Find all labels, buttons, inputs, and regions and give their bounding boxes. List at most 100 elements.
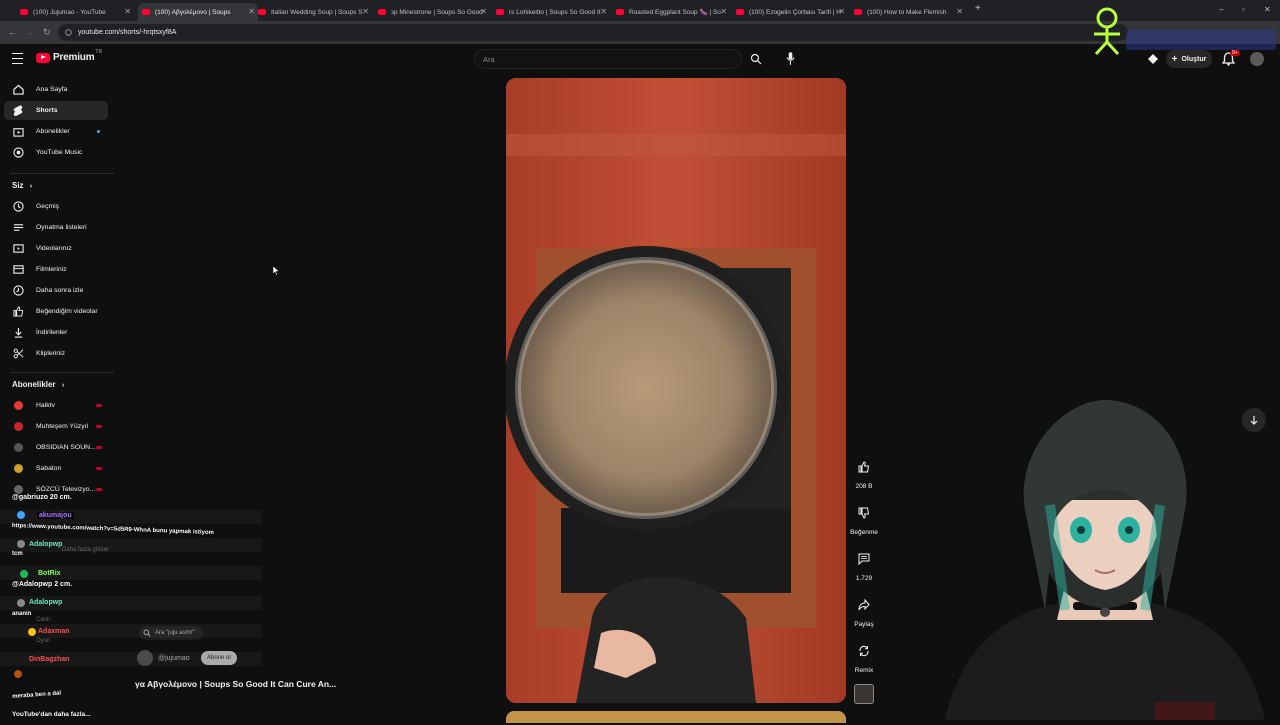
- sidebar-item-clips[interactable]: Klipleriniz: [4, 344, 108, 363]
- comments-button[interactable]: 1.729: [851, 548, 877, 582]
- close-tab-icon[interactable]: ✕: [838, 7, 845, 16]
- chat-badge-icon: [17, 540, 25, 548]
- chat-badge-icon: [17, 511, 25, 519]
- watch-later-icon: [12, 285, 24, 296]
- short-info-overlay: Ara "juju asmr" @jujumao Abone ol γα Αβγ…: [135, 624, 375, 720]
- sidebar-item-downloads[interactable]: İndirilenler: [4, 323, 108, 342]
- chat-username: BotRix: [38, 570, 61, 577]
- live-indicator-icon: [96, 425, 102, 428]
- site-info-icon[interactable]: [65, 29, 72, 36]
- chat-username: Adalopwp: [29, 541, 63, 548]
- chat-message: @gabriuzo 20 cm.: [12, 494, 72, 501]
- youtube-favicon-icon: [142, 9, 150, 15]
- channel-avatar: [13, 464, 23, 473]
- section-you-heading[interactable]: Siz ›: [12, 181, 32, 190]
- chat-badge-icon: [28, 628, 36, 636]
- close-tab-icon[interactable]: ✕: [720, 7, 727, 16]
- close-tab-icon[interactable]: ✕: [600, 7, 607, 16]
- remix-icon: [859, 645, 869, 657]
- dislike-button[interactable]: Beğenme: [850, 502, 878, 536]
- close-tab-icon[interactable]: ✕: [956, 7, 963, 16]
- sidebar-item-shorts[interactable]: Shorts: [4, 101, 108, 120]
- chat-badge-icon: [17, 599, 25, 607]
- sidebar-item-home[interactable]: Ana Sayfa: [4, 80, 108, 99]
- gaming-label: Oyun: [36, 638, 51, 644]
- browser-tab-active[interactable]: (100) Αβγολέμονο | Soups ✕: [138, 3, 258, 21]
- browser-tab[interactable]: rs Lohikeitto | Soups So Good It ✕: [496, 3, 610, 21]
- channel-avatar[interactable]: [137, 650, 153, 666]
- youtube-logo[interactable]: Premium TR: [36, 49, 102, 63]
- url-field[interactable]: youtube.com/shorts/-hrqtsxyf8A: [58, 24, 1128, 41]
- like-button[interactable]: 208 B: [851, 456, 877, 490]
- forward-icon[interactable]: →: [25, 27, 34, 37]
- chat-message: https://www.youtube.com/watch?v=5d5R9-Wh…: [11, 523, 214, 537]
- reload-icon[interactable]: ↻: [43, 27, 51, 38]
- close-tab-icon[interactable]: ✕: [362, 7, 369, 16]
- share-icon: [858, 599, 870, 611]
- youtube-favicon-icon: [20, 9, 28, 15]
- browser-tab[interactable]: Roasted Eggplant Soup 🍆 | So ✕: [616, 3, 730, 21]
- browser-tab[interactable]: зр Minestrone | Soups So Good ✕: [378, 3, 490, 21]
- liked-icon: [12, 306, 23, 317]
- chat-username: DinBagzhan: [29, 656, 70, 663]
- browser-tab[interactable]: (100) Jujumao - YouTube ✕: [20, 3, 134, 21]
- chat-message: YouTube'dan daha fazla...: [12, 711, 91, 718]
- live-indicator-icon: [96, 446, 102, 449]
- search-bar: Ara: [474, 49, 770, 69]
- share-button[interactable]: Paylaş: [851, 594, 877, 628]
- subscribe-button[interactable]: Abone ol: [201, 651, 237, 665]
- chat-message: meraba ben a dal: [12, 690, 62, 700]
- next-short-preview[interactable]: [506, 711, 846, 723]
- chat-username: akumajou: [37, 512, 74, 519]
- menu-icon[interactable]: [12, 53, 23, 64]
- browser-tab[interactable]: Italian Wedding Soup | Soups S ✕: [258, 3, 372, 21]
- browser-tab[interactable]: (100) How to Make Flemish ✕: [854, 3, 966, 21]
- live-label: Canlı: [36, 617, 51, 623]
- section-subscriptions-heading[interactable]: Abonelikler ›: [12, 380, 64, 389]
- sidebar-item-youtube-music[interactable]: YouTube Music: [4, 143, 108, 162]
- vtuber-avatar-overlay: [905, 380, 1280, 720]
- microphone-icon[interactable]: [786, 52, 795, 65]
- divider: [10, 372, 114, 373]
- sidebar-item-watch-later[interactable]: Daha sonra izle: [4, 281, 108, 300]
- new-tab-icon[interactable]: +: [975, 3, 981, 14]
- channel-avatar: [13, 443, 23, 452]
- sidebar-item-movies[interactable]: Filmleriniz: [4, 260, 108, 279]
- sidebar-item-history[interactable]: Geçmiş: [4, 197, 108, 216]
- sidebar-item-liked-videos[interactable]: Beğendiğim videolar: [4, 302, 108, 321]
- sidebar-channel-halktv[interactable]: Halktv: [4, 396, 108, 415]
- close-tab-icon[interactable]: ✕: [124, 7, 131, 16]
- short-video-player[interactable]: [506, 78, 846, 703]
- youtube-favicon-icon: [258, 9, 266, 15]
- shorts-icon: [13, 104, 23, 116]
- sidebar-item-subscriptions[interactable]: Abonelikler: [4, 122, 108, 141]
- short-title[interactable]: γα Αβγολέμονο | Soups So Good It Can Cur…: [135, 679, 336, 689]
- music-icon: [12, 147, 24, 158]
- sidebar-item-playlists[interactable]: Oynatma listeleri: [4, 218, 108, 237]
- chat-badge-icon: [20, 570, 28, 578]
- live-indicator-icon: [96, 467, 102, 470]
- sidebar-item-your-videos[interactable]: Videolarınız: [4, 239, 108, 258]
- sidebar-channel-obsidian-sound[interactable]: OBSIDIAN SOUN...: [4, 438, 108, 457]
- clips-icon: [13, 348, 23, 359]
- show-more-label: Daha fazla göster: [62, 547, 110, 553]
- search-input[interactable]: Ara: [474, 49, 742, 69]
- remix-button[interactable]: Remix: [851, 640, 877, 674]
- close-tab-icon[interactable]: ✕: [248, 7, 255, 16]
- your-videos-icon: [12, 244, 24, 253]
- sidebar-channel-muhtesem-yuzyil[interactable]: Muhteşem Yüzyıl: [4, 417, 108, 436]
- download-icon: [14, 327, 22, 338]
- mouse-cursor-icon: [273, 266, 280, 276]
- video-frame: [506, 78, 846, 703]
- sidebar-channel-sabaton[interactable]: Sabaton: [4, 459, 108, 478]
- youtube-favicon-icon: [616, 9, 624, 15]
- chevron-right-icon: ›: [61, 382, 65, 389]
- close-tab-icon[interactable]: ✕: [480, 7, 487, 16]
- browser-tab[interactable]: (100) Ezogelin Çorbası Tarifi | H ✕: [736, 3, 848, 21]
- channel-handle[interactable]: @jujumao: [158, 655, 190, 662]
- chevron-right-icon: ›: [29, 183, 33, 190]
- back-icon[interactable]: ←: [8, 27, 17, 37]
- related-search-chip[interactable]: Ara "juju asmr": [139, 626, 203, 640]
- search-icon[interactable]: [750, 53, 762, 65]
- sound-thumbnail[interactable]: [854, 684, 874, 704]
